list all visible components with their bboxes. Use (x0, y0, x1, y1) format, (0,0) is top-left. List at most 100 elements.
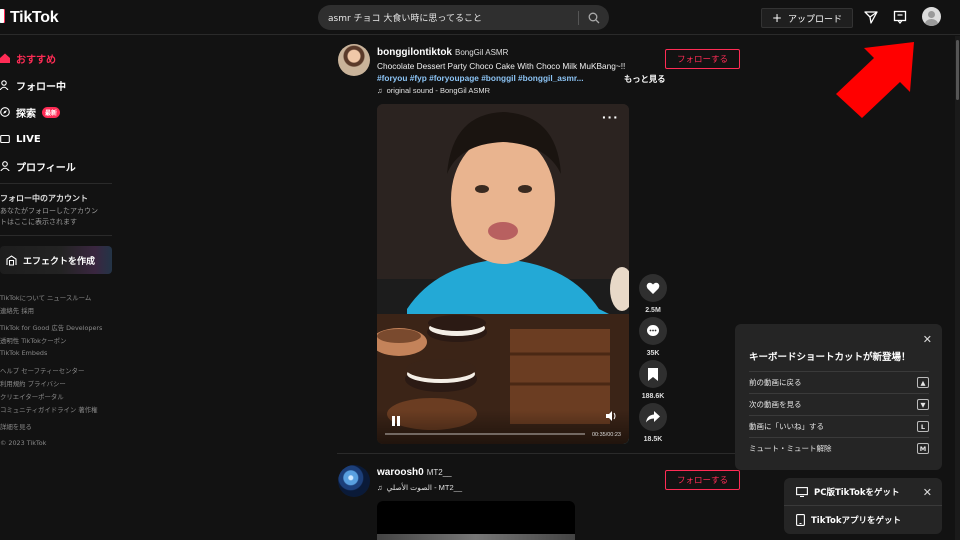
search-bar (318, 5, 609, 30)
footer-link[interactable]: 詳細を見る (0, 422, 32, 431)
compass-icon (0, 107, 10, 117)
logo-text: TikTok (10, 9, 59, 26)
key-down-icon: ▼ (917, 399, 929, 410)
live-icon (0, 134, 10, 144)
username-text: waroosh0 (377, 467, 424, 478)
video-time: 00:35/00:23 (591, 432, 621, 438)
footer-link[interactable]: 連絡先 採用 (0, 306, 34, 315)
sound-text: الصوت الأصلي - MT2__ (386, 483, 462, 492)
shortcut-row: 前の動画に戻る ▲ (749, 371, 929, 393)
footer-link[interactable]: TikTok for Good 広告 Developers (0, 323, 102, 332)
nickname-text: BongGil ASMR (455, 48, 509, 57)
footer-link[interactable]: TikTok Embeds (0, 349, 47, 357)
comment-action[interactable]: 35K (639, 317, 667, 357)
send-icon[interactable] (863, 9, 879, 25)
bookmark-action[interactable]: 188.6K (639, 360, 667, 400)
pause-icon[interactable] (391, 416, 401, 426)
effect-icon (6, 254, 17, 265)
nav-profile[interactable]: プロフィール (0, 156, 76, 176)
sidebar-divider (0, 183, 112, 184)
key-up-icon: ▲ (917, 377, 929, 388)
nav-explore[interactable]: 探索 最新 (0, 102, 61, 122)
heart-icon (646, 282, 660, 294)
footer-link[interactable]: クリエイターポータル (0, 392, 64, 401)
comment-button[interactable] (639, 317, 667, 345)
following-accounts-title: フォロー中のアカウント (0, 194, 88, 203)
tiktok-logo[interactable]: TikTok (0, 8, 59, 28)
nav-label: フォロー中 (16, 81, 66, 93)
nav-following[interactable]: フォロー中 (0, 75, 66, 95)
post-sound[interactable]: ♫ الصوت الأصلي - MT2__ (377, 483, 462, 492)
sidebar: おすすめ フォロー中 探索 最新 LIVE プロフィール フォロー中のアカウント… (0, 36, 115, 540)
scrollbar-track[interactable] (955, 36, 960, 540)
create-effect-button[interactable]: エフェクトを作成 (0, 246, 112, 274)
nav-live[interactable]: LIVE (0, 129, 41, 149)
footer-link[interactable]: 透明性 TikTokクーポン (0, 336, 66, 345)
nav-label: LIVE (16, 133, 41, 145)
more-link[interactable]: もっと見る (624, 73, 666, 85)
close-icon[interactable]: ✕ (923, 486, 932, 499)
search-button[interactable] (579, 5, 609, 30)
top-header: TikTok + アップロード (0, 0, 960, 35)
video-progress-bar[interactable] (385, 433, 585, 435)
upload-button[interactable]: + アップロード (761, 8, 853, 28)
pc-app-label: PC版TikTokをゲット (814, 488, 900, 498)
post-hashtags[interactable]: #foryou #fyp #foryoupage #bonggil #bongg… (377, 73, 584, 83)
footer-link[interactable]: ヘルプ セーフティーセンター (0, 366, 84, 375)
post-sound[interactable]: ♫ original sound - BongGil ASMR (377, 86, 490, 95)
monitor-icon (796, 487, 808, 497)
video-controls: 00:35/00:23 (377, 410, 629, 444)
bookmark-button[interactable] (639, 360, 667, 388)
footer-link[interactable]: 利用規約 プライバシー (0, 379, 66, 388)
shortcut-label: 動画に「いいね」する (749, 422, 824, 431)
plus-icon: + (771, 11, 783, 25)
bookmark-count: 188.6K (641, 393, 665, 400)
note-line: トはここに表示されます (0, 218, 77, 226)
post-author-avatar[interactable] (338, 44, 370, 76)
share-icon (646, 411, 660, 423)
nickname-text: MT2__ (426, 468, 452, 477)
get-mobile-app-button[interactable]: TikTokアプリをゲット (796, 514, 901, 526)
video-player[interactable] (377, 501, 575, 540)
volume-icon[interactable] (606, 408, 617, 426)
shortcut-row: 次の動画を見る ▼ (749, 393, 929, 415)
comment-icon (647, 325, 659, 336)
follow-button[interactable]: フォローする (665, 470, 740, 490)
share-button[interactable] (639, 403, 667, 431)
bookmark-icon (648, 367, 658, 381)
shortcut-label: ミュート・ミュート解除 (749, 444, 832, 453)
note-line: あなたがフォローしたアカウン (0, 207, 98, 215)
shortcut-label: 前の動画に戻る (749, 378, 802, 387)
close-icon[interactable]: ✕ (923, 333, 932, 346)
post-username[interactable]: bonggilontiktok BongGil ASMR (377, 47, 508, 58)
follow-button[interactable]: フォローする (665, 49, 740, 69)
footer-link[interactable]: コミュニティガイドライン 著作権 (0, 405, 98, 414)
home-icon (0, 53, 10, 63)
user-avatar[interactable] (922, 7, 941, 26)
post-caption: Chocolate Dessert Party Choco Cake With … (377, 61, 626, 71)
video-player[interactable]: ··· 00:35/00:23 (377, 104, 629, 444)
shortcut-row: ミュート・ミュート解除 M (749, 437, 929, 459)
more-options-icon[interactable]: ··· (602, 110, 619, 124)
mobile-app-label: TikTokアプリをゲット (811, 516, 902, 526)
tiktok-note-icon (0, 9, 8, 27)
key-m-icon: M (917, 443, 929, 454)
like-action[interactable]: 2.5M (639, 274, 667, 314)
post-author-avatar[interactable] (338, 465, 370, 497)
post-username[interactable]: waroosh0 MT2__ (377, 467, 452, 478)
search-icon (588, 12, 600, 23)
sound-text: original sound - BongGil ASMR (386, 86, 491, 95)
inbox-icon[interactable] (892, 9, 908, 25)
search-input[interactable] (318, 5, 578, 30)
get-pc-app-button[interactable]: PC版TikTokをゲット (796, 486, 900, 498)
footer-link[interactable]: TikTokについて ニュースルーム (0, 293, 91, 302)
effect-label: エフェクトを作成 (23, 256, 96, 267)
popup-title: キーボードショートカットが新登場！ (749, 352, 911, 363)
upload-label: アップロード (788, 14, 843, 25)
nav-for-you[interactable]: おすすめ (0, 48, 56, 68)
like-button[interactable] (639, 274, 667, 302)
share-action[interactable]: 18.5K (639, 403, 667, 443)
new-badge: 最新 (42, 106, 61, 118)
key-l-icon: L (917, 421, 929, 432)
scrollbar-thumb[interactable] (956, 40, 959, 100)
